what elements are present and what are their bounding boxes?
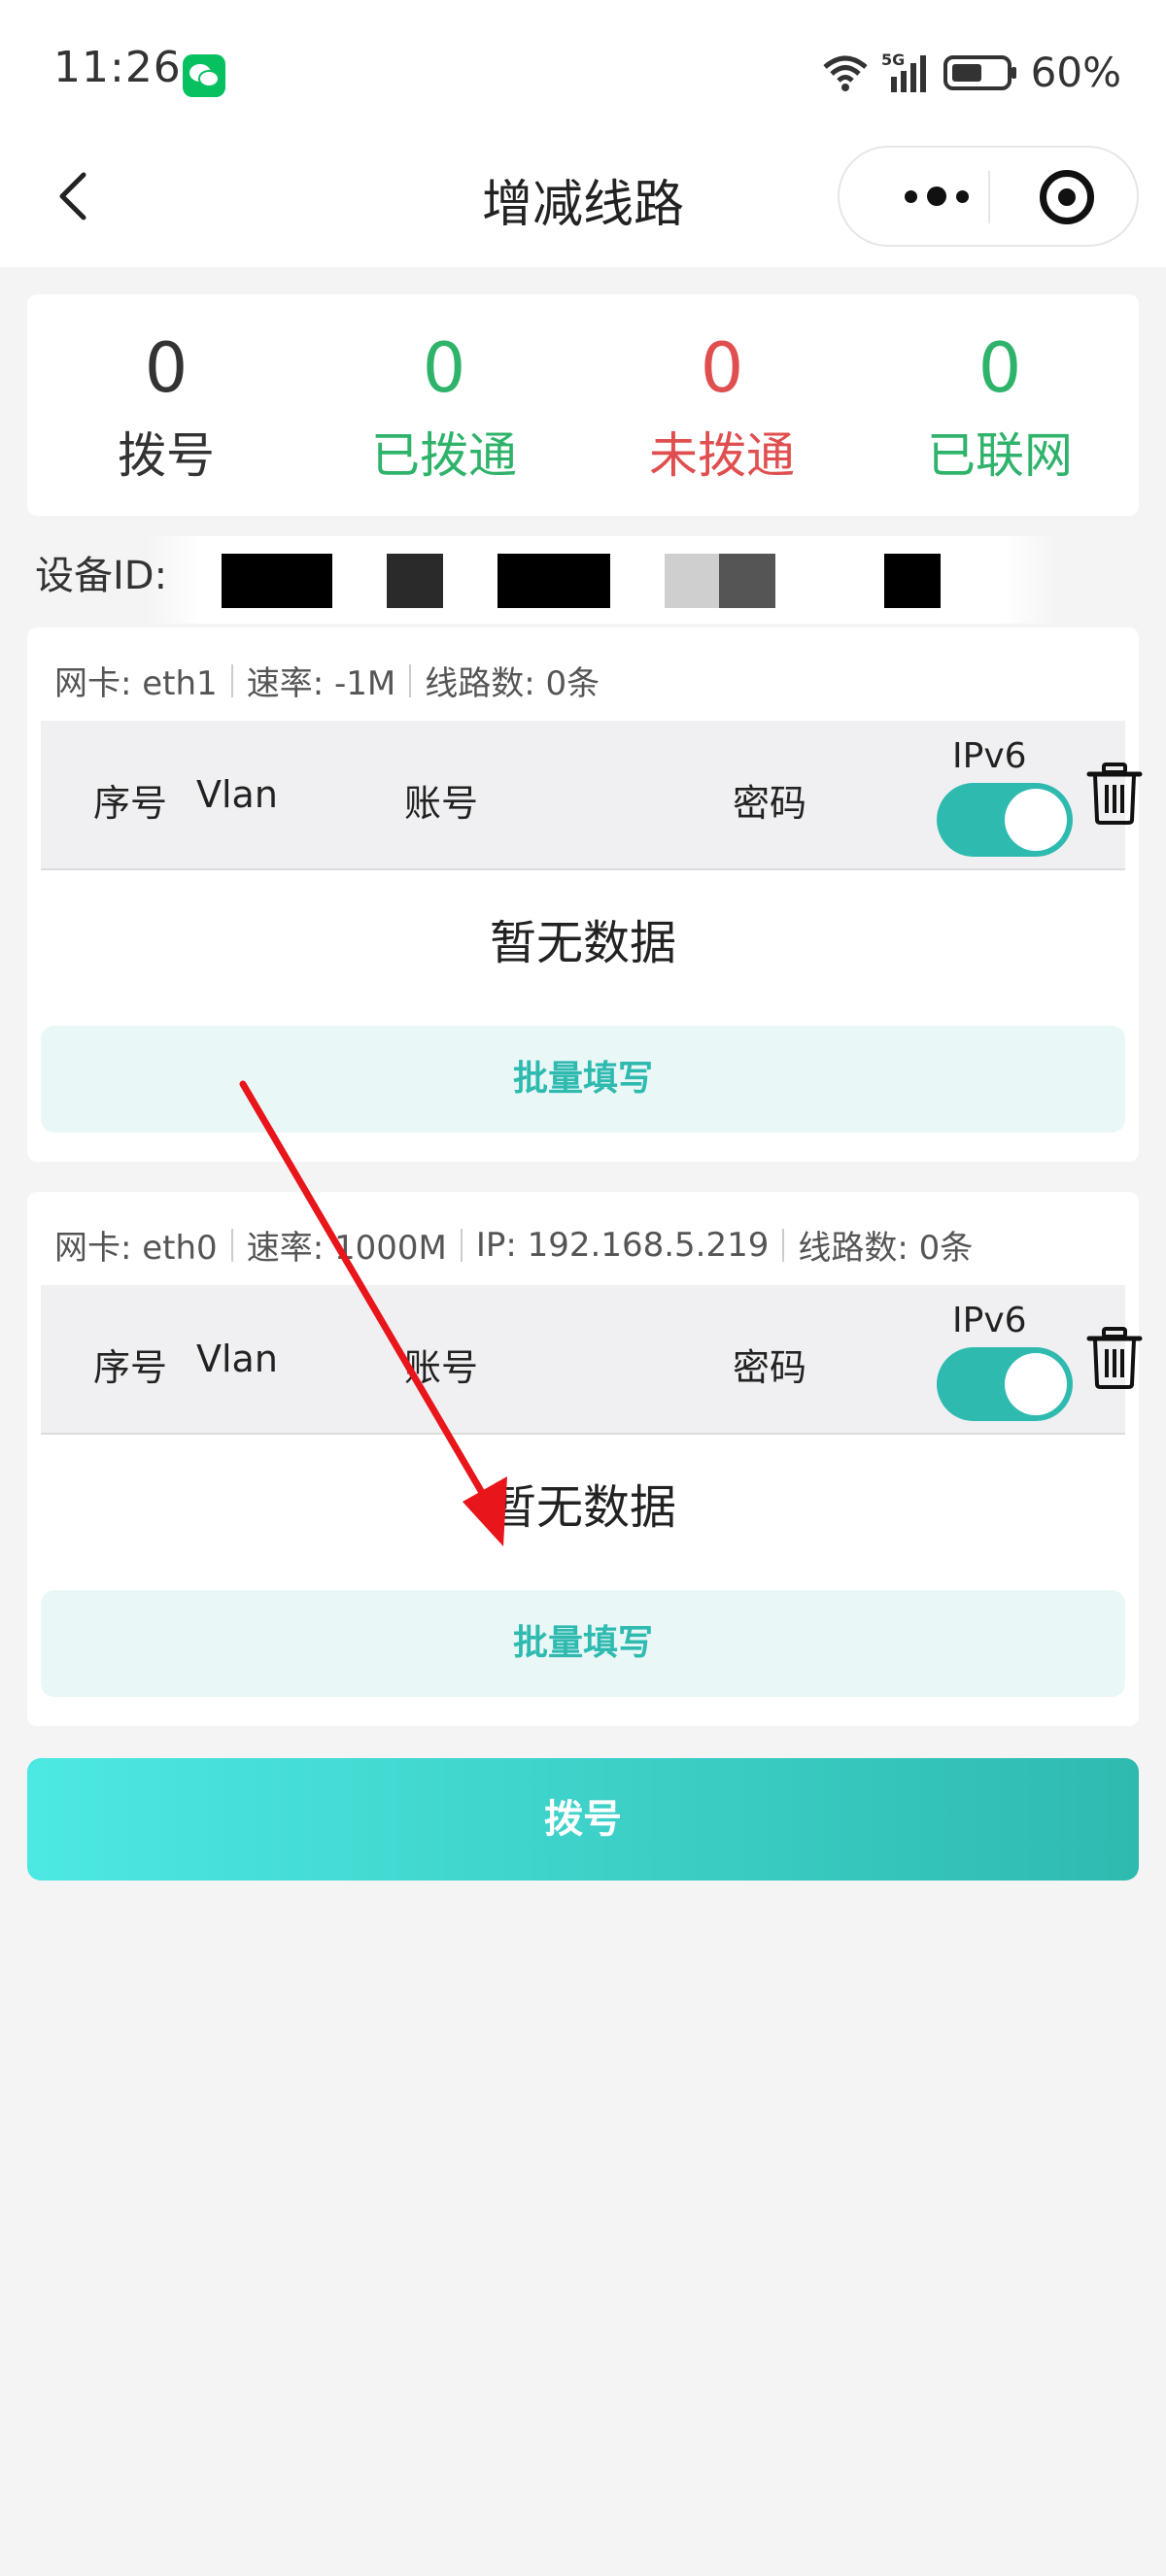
- annotation-arrow: [239, 1080, 507, 1546]
